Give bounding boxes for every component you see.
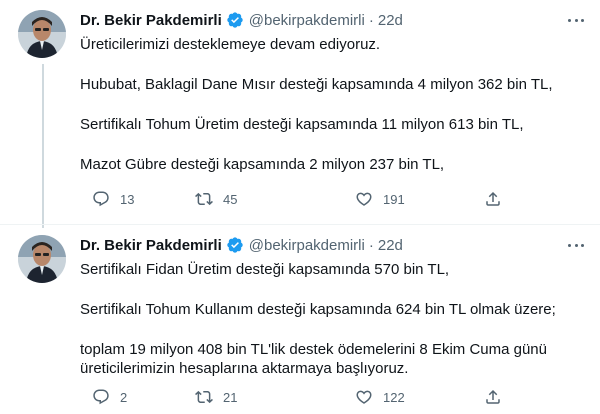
reply-count: 2 xyxy=(120,389,128,405)
tweet-paragraph: Sertifikalı Tohum Üretim desteği kapsamı… xyxy=(80,116,524,133)
retweet-count: 21 xyxy=(223,389,238,405)
author-handle[interactable]: @bekirpakdemirli xyxy=(249,12,365,29)
thread-line xyxy=(42,64,44,228)
tweet-header: Dr. Bekir Pakdemirli @bekirpakdemirli · … xyxy=(80,235,403,255)
tweet-paragraph: Üreticilerimizi desteklemeye devam ediyo… xyxy=(80,36,381,53)
tweet-header: Dr. Bekir Pakdemirli @bekirpakdemirli · … xyxy=(80,10,403,30)
author-handle[interactable]: @bekirpakdemirli xyxy=(249,237,365,254)
tweet[interactable]: Dr. Bekir Pakdemirli @bekirpakdemirli · … xyxy=(0,0,600,228)
retweet-button[interactable]: 45 xyxy=(195,190,237,208)
author-name[interactable]: Dr. Bekir Pakdemirli xyxy=(80,237,222,254)
like-icon xyxy=(356,192,372,206)
author-name[interactable]: Dr. Bekir Pakdemirli xyxy=(80,12,222,29)
like-count: 191 xyxy=(383,191,405,207)
tweet-paragraph: Sertifikalı Fidan Üretim desteği kapsamı… xyxy=(80,261,450,278)
like-count: 122 xyxy=(383,389,405,405)
tweet-paragraph: Sertifikalı Tohum Kullanım desteği kapsa… xyxy=(80,301,556,318)
tweet-paragraph: toplam 19 milyon 408 bin TL'lik destek ö… xyxy=(80,341,547,377)
timestamp[interactable]: 22d xyxy=(378,12,403,29)
retweet-button[interactable]: 21 xyxy=(195,388,237,406)
action-bar: 13 45 191 xyxy=(92,190,532,210)
like-button[interactable]: 191 xyxy=(355,190,405,208)
separator-dot: · xyxy=(368,11,374,29)
like-button[interactable]: 122 xyxy=(355,388,405,406)
action-bar: 2 21 122 xyxy=(92,388,532,408)
share-button[interactable] xyxy=(484,388,502,406)
reply-button[interactable]: 2 xyxy=(92,388,127,406)
separator-dot: · xyxy=(368,236,374,254)
avatar[interactable] xyxy=(18,235,66,283)
verified-badge-icon xyxy=(226,11,244,29)
share-icon xyxy=(486,191,500,206)
reply-count: 13 xyxy=(120,191,135,207)
reply-button[interactable]: 13 xyxy=(92,190,134,208)
reply-icon xyxy=(93,389,109,405)
more-icon[interactable] xyxy=(566,12,586,28)
retweet-icon xyxy=(195,192,213,206)
more-icon[interactable] xyxy=(566,237,586,253)
timestamp[interactable]: 22d xyxy=(378,237,403,254)
retweet-icon xyxy=(195,390,213,404)
like-icon xyxy=(356,390,372,404)
tweet-text: Üreticilerimizi desteklemeye devam ediyo… xyxy=(80,35,585,174)
tweet-paragraph: Hububat, Baklagil Dane Mısır desteği kap… xyxy=(80,76,553,93)
reply-icon xyxy=(93,191,109,207)
tweet-paragraph: Mazot Gübre desteği kapsamında 2 milyon … xyxy=(80,156,445,173)
share-button[interactable] xyxy=(484,190,502,208)
retweet-count: 45 xyxy=(223,191,238,207)
tweet-text: Sertifikalı Fidan Üretim desteği kapsamı… xyxy=(80,260,585,378)
share-icon xyxy=(486,389,500,404)
verified-badge-icon xyxy=(226,236,244,254)
avatar[interactable] xyxy=(18,10,66,58)
tweet[interactable]: Dr. Bekir Pakdemirli @bekirpakdemirli · … xyxy=(0,225,600,414)
